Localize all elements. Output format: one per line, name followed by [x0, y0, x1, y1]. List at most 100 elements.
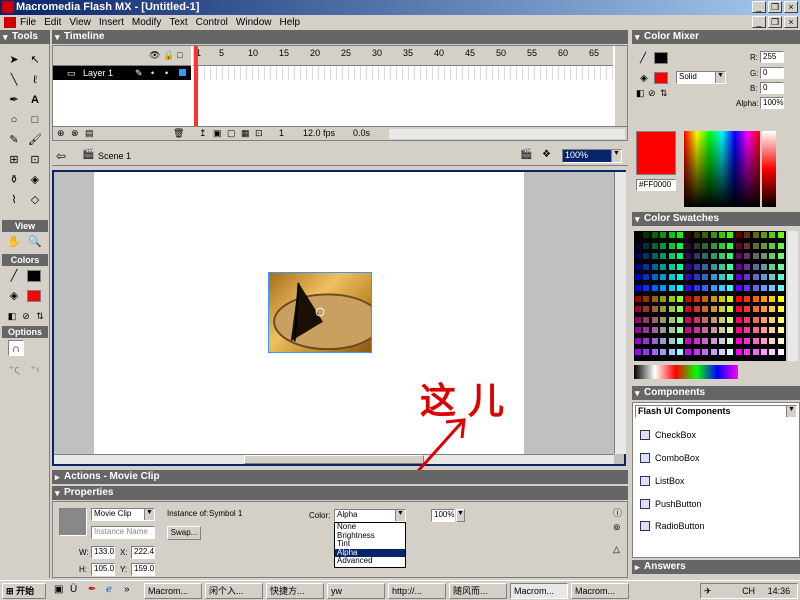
color-swatch[interactable]	[643, 316, 650, 323]
chevron-down-icon[interactable]: ▼	[456, 509, 465, 522]
color-swatch[interactable]	[660, 232, 667, 238]
color-swatch[interactable]	[660, 306, 667, 313]
color-swatch[interactable]	[761, 242, 767, 249]
color-swatch[interactable]	[769, 263, 776, 270]
stage-hscroll-thumb[interactable]	[244, 455, 424, 464]
color-swatch[interactable]	[735, 232, 742, 238]
color-swatch[interactable]	[777, 295, 784, 302]
swatch-grid[interactable]	[634, 231, 786, 361]
color-swatch[interactable]	[735, 338, 742, 344]
color-swatch[interactable]	[668, 316, 675, 323]
color-swatch[interactable]	[668, 274, 675, 281]
color-swatch[interactable]	[719, 242, 725, 249]
color-swatch[interactable]	[660, 253, 667, 260]
color-swatch[interactable]	[643, 232, 650, 238]
color-swatch[interactable]	[685, 242, 692, 249]
actions-header[interactable]: Actions - Movie Clip	[52, 470, 628, 484]
color-swatch[interactable]	[643, 295, 650, 302]
color-swatch[interactable]	[668, 285, 675, 291]
color-swatch[interactable]	[685, 274, 692, 281]
color-swatch[interactable]	[651, 274, 658, 281]
color-swatch[interactable]	[702, 295, 709, 302]
color-swatch[interactable]	[735, 285, 742, 291]
color-swatch[interactable]	[702, 348, 709, 355]
color-swatch[interactable]	[752, 295, 759, 302]
ie-icon[interactable]: ℯ	[106, 584, 112, 595]
onion-outlines-icon[interactable]: ▢	[227, 128, 236, 139]
fill-style-select[interactable]: Solid ▼	[676, 71, 726, 84]
color-swatch[interactable]	[693, 274, 700, 281]
menu-window[interactable]: Window	[236, 17, 272, 28]
color-swatch[interactable]	[677, 348, 683, 355]
color-swatch[interactable]	[702, 274, 709, 281]
task-yw[interactable]: yw	[327, 583, 385, 599]
zoom-input[interactable]: 100% ▼	[562, 149, 622, 163]
fill-color-icon[interactable]: ◈	[6, 288, 22, 304]
menu-edit[interactable]: Edit	[44, 17, 61, 28]
color-swatch[interactable]	[668, 327, 675, 334]
color-swatch[interactable]	[668, 253, 675, 260]
color-swatch[interactable]	[769, 306, 776, 313]
color-swatch[interactable]	[744, 263, 751, 270]
gradient-swatches[interactable]	[634, 365, 738, 379]
color-swatch[interactable]	[727, 285, 734, 291]
color-swatch[interactable]	[710, 295, 717, 302]
color-swatch[interactable]	[635, 242, 641, 249]
color-swatch[interactable]	[685, 338, 692, 344]
tray-icon[interactable]: ✈	[704, 586, 712, 596]
color-effect-select[interactable]: Alpha ▼	[334, 509, 406, 522]
color-swatch[interactable]	[761, 306, 767, 313]
color-swatch[interactable]	[635, 253, 641, 260]
back-arrow-icon[interactable]: ⇦	[56, 149, 66, 163]
color-swatches-header[interactable]: Color Swatches	[632, 212, 800, 226]
onion-markers-icon[interactable]: ⊡	[255, 128, 263, 139]
properties-header[interactable]: Properties	[52, 486, 628, 500]
color-swatch[interactable]	[660, 338, 667, 344]
color-swatch[interactable]	[710, 348, 717, 355]
color-swatch[interactable]	[727, 253, 734, 260]
answers-header[interactable]: Answers	[632, 560, 800, 574]
color-swatch[interactable]	[693, 242, 700, 249]
doc-minimize-button[interactable]: _	[752, 16, 766, 28]
color-swatch[interactable]	[702, 263, 709, 270]
color-swatch[interactable]	[635, 338, 641, 344]
color-swatch[interactable]	[719, 338, 725, 344]
color-swatch[interactable]	[677, 327, 683, 334]
color-swatch[interactable]	[719, 348, 725, 355]
color-swatch[interactable]	[660, 274, 667, 281]
layer-name[interactable]: Layer 1	[83, 66, 113, 80]
color-swatch[interactable]	[660, 316, 667, 323]
color-swatch[interactable]	[777, 285, 784, 291]
subselect-tool-icon[interactable]: ↖	[27, 52, 43, 68]
color-swatch[interactable]	[719, 316, 725, 323]
task-suifeng[interactable]: 随风而...	[449, 583, 507, 599]
color-swatch[interactable]	[719, 253, 725, 260]
color-swatch[interactable]	[735, 327, 742, 334]
color-swatch[interactable]	[643, 327, 650, 334]
color-swatch[interactable]	[635, 285, 641, 291]
color-swatch[interactable]	[702, 242, 709, 249]
add-layer-icon[interactable]: ⊕	[57, 128, 65, 139]
color-swatch[interactable]	[752, 274, 759, 281]
color-swatch[interactable]	[635, 348, 641, 355]
component-combobox[interactable]: ComboBox	[640, 453, 700, 463]
color-swatch[interactable]	[735, 274, 742, 281]
help-icon[interactable]: ⓘ	[613, 506, 622, 519]
component-set-select[interactable]: Flash UI Components ▼	[635, 405, 797, 418]
menu-insert[interactable]: Insert	[99, 17, 124, 28]
components-header[interactable]: Components	[632, 386, 800, 400]
color-swatch[interactable]	[685, 348, 692, 355]
color-swatch[interactable]	[643, 274, 650, 281]
task-window-2[interactable]: 闲个入...	[205, 583, 263, 599]
color-swatch[interactable]	[635, 327, 641, 334]
component-listbox[interactable]: ListBox	[640, 476, 685, 486]
color-swatch[interactable]	[635, 232, 641, 238]
color-swatch[interactable]	[769, 242, 776, 249]
height-input[interactable]: 105.0	[91, 563, 115, 576]
color-swatch[interactable]	[702, 338, 709, 344]
color-swatch[interactable]	[710, 263, 717, 270]
color-swatch[interactable]	[719, 285, 725, 291]
color-swatch[interactable]	[668, 348, 675, 355]
color-swatch[interactable]	[651, 242, 658, 249]
ime-indicator[interactable]: CH	[742, 586, 755, 596]
